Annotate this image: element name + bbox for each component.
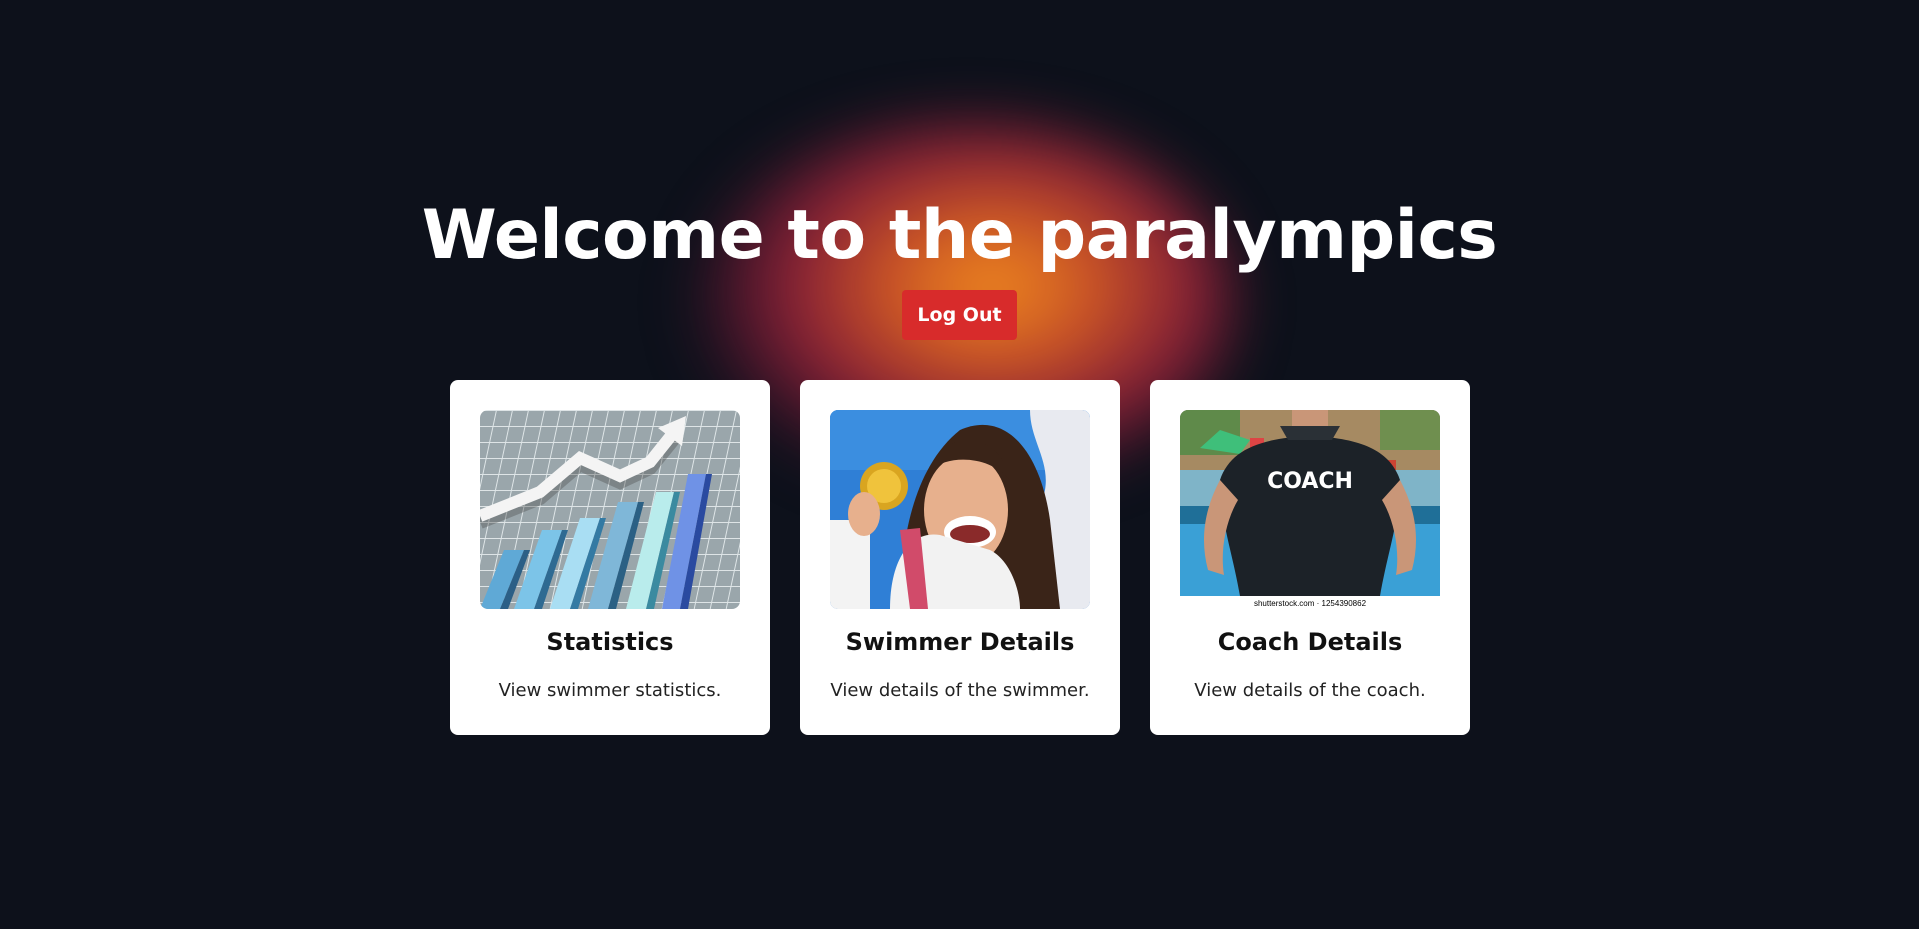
statistics-card-title: Statistics xyxy=(546,628,674,656)
coach-details-card-description: View details of the coach. xyxy=(1194,680,1426,701)
swimmer-details-card[interactable]: Swimmer Details View details of the swim… xyxy=(800,380,1120,735)
coach-details-card-title: Coach Details xyxy=(1217,628,1403,656)
logout-button[interactable]: Log Out xyxy=(902,290,1017,340)
statistics-image xyxy=(480,410,740,609)
swimmer-details-card-description: View details of the swimmer. xyxy=(830,680,1090,701)
swimmer-details-card-title: Swimmer Details xyxy=(845,628,1075,656)
swimmer-image xyxy=(830,410,1090,609)
page: Welcome to the paralympics Log Out Stati… xyxy=(0,0,1919,929)
coach-shirt-text: COACH xyxy=(1267,469,1353,494)
coach-image: COACH shutterstock.com · 1254390862 xyxy=(1180,410,1440,609)
coach-details-card[interactable]: COACH shutterstock.com · 1254390862 Coac… xyxy=(1150,380,1470,735)
page-title: Welcome to the paralympics xyxy=(421,196,1498,275)
statistics-card[interactable]: Statistics View swimmer statistics. xyxy=(450,380,770,735)
coach-image-caption: shutterstock.com · 1254390862 xyxy=(1253,599,1367,608)
statistics-card-description: View swimmer statistics. xyxy=(498,680,722,701)
